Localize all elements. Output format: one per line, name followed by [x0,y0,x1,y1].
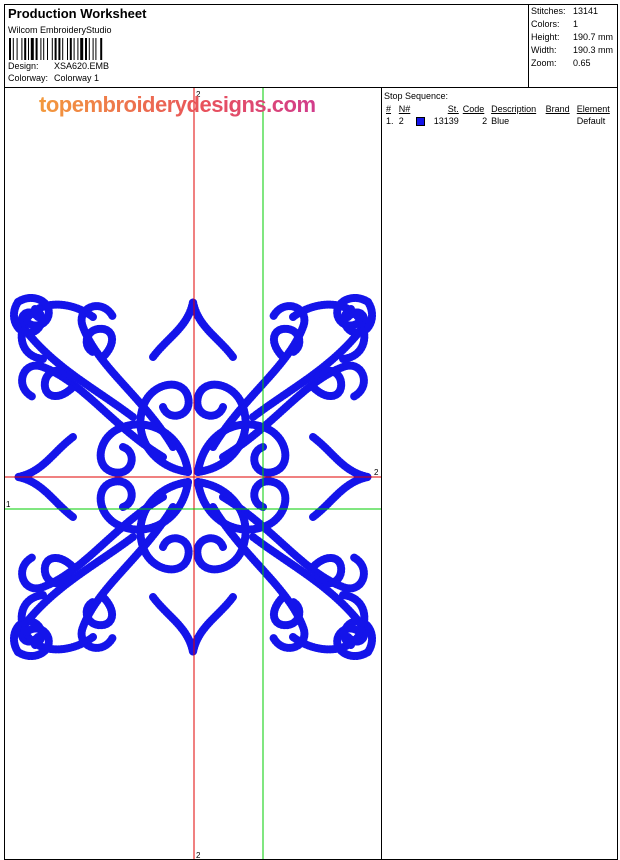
design-row: Design: XSA620.EMB [8,61,109,71]
zoom-value: 0.65 [573,58,591,68]
axis-marker-bottom: 2 [196,851,201,859]
row-code: 2 [482,116,488,126]
colors-label: Colors: [531,19,560,29]
stat-width: Width: 190.3 mm [531,45,613,55]
stitches-label: Stitches: [531,6,566,16]
stat-zoom: Zoom: 0.65 [531,58,591,68]
table-row: 1. 2 13139 2 Blue Default [384,115,616,127]
col-brand: Brand [545,104,570,114]
watermark-text: topembroiderydesigns.com [39,92,316,117]
stitches-value: 13141 [573,6,599,16]
stat-height: Height: 190.7 mm [531,32,613,42]
width-value: 190.3 mm [573,45,614,55]
row-brand [544,115,575,127]
axis-marker-left: 1 [6,500,11,509]
barcode [9,38,103,60]
worksheet-header: Production Worksheet Wilcom EmbroiderySt… [5,5,617,88]
row-description: Blue [491,116,510,126]
stop-sequence-title: Stop Sequence: [384,91,449,101]
app-name: Wilcom EmbroideryStudio [8,25,112,35]
design-label: Design: [8,61,39,71]
row-index: 1. [386,116,394,126]
row-needle: 2 [398,116,404,126]
zoom-label: Zoom: [531,58,557,68]
table-header-row: # N# St. Code Description Brand Element [384,103,616,115]
col-stitches: St. [447,104,459,114]
row-element: Default [576,116,606,126]
axis-marker-right: 2 [374,468,379,477]
design-preview: 2 2 2 1 topembroiderydesigns.com [5,88,382,859]
height-value: 190.7 mm [573,32,614,42]
page-title: Production Worksheet [8,6,147,21]
design-value: XSA620.EMB [54,61,110,71]
col-element: Element [576,104,610,114]
width-label: Width: [531,45,557,55]
colorway-row: Colorway: Colorway 1 [8,73,99,83]
colors-value: 1 [573,19,579,29]
col-code: Code [462,104,485,114]
colorway-value: Colorway 1 [54,73,100,83]
stats-panel: Stitches: 13141 Colors: 1 Height: 190.7 … [528,5,617,88]
col-index: # [386,104,392,114]
row-stitches: 13139 [433,116,459,126]
worksheet: Production Worksheet Wilcom EmbroiderySt… [4,4,618,860]
color-swatch [416,117,426,127]
stat-colors: Colors: 1 [531,19,578,29]
stat-stitches: Stitches: 13141 [531,6,598,16]
stop-sequence-panel: Stop Sequence: # N# St. Code Description… [382,88,617,859]
height-label: Height: [531,32,560,42]
col-description: Description [491,104,537,114]
col-needle: N# [398,104,411,114]
design-canvas: 2 2 2 1 [5,88,381,859]
colorway-label: Colorway: [8,73,49,83]
stop-sequence-table: # N# St. Code Description Brand Element … [384,103,616,127]
